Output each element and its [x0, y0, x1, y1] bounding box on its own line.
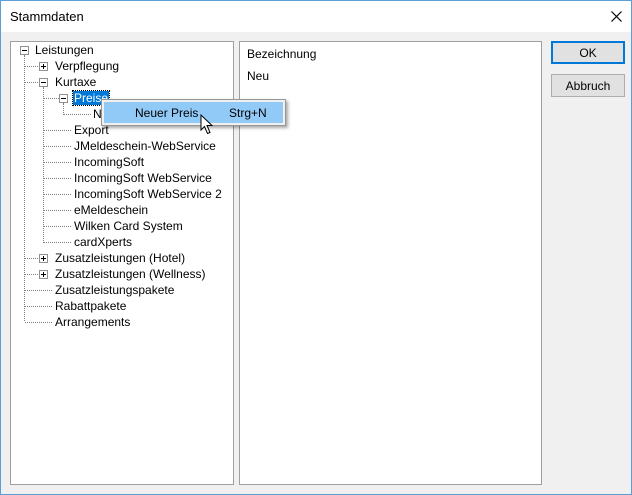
tree-line — [44, 242, 71, 243]
tree-line — [25, 322, 52, 323]
tree-item-emeldeschein[interactable]: eMeldeschein — [74, 202, 148, 218]
cancel-button[interactable]: Abbruch — [551, 74, 625, 97]
tree-item-leistungen[interactable]: Leistungen — [35, 42, 94, 58]
tree-item-kurtaxe[interactable]: Kurtaxe — [55, 74, 96, 90]
tree-line — [44, 194, 71, 195]
tree-item-verpflegung[interactable]: Verpflegung — [55, 58, 119, 74]
tree-item-arrangements[interactable]: Arrangements — [55, 314, 130, 330]
menu-item-neuer-preis[interactable]: Neuer Preis Strg+N — [104, 102, 283, 123]
tree-item-incomingsoft-webservice[interactable]: IncomingSoft WebService — [74, 170, 212, 186]
title-bar: Stammdaten — [1, 1, 631, 32]
tree-line — [44, 210, 71, 211]
ok-button[interactable]: OK — [551, 41, 625, 64]
tree-line — [25, 306, 52, 307]
close-button[interactable] — [601, 1, 631, 32]
column-header-bezeichnung: Bezeichnung — [247, 47, 317, 61]
tree-item-cardxperts[interactable]: cardXperts — [74, 234, 132, 250]
mouse-cursor-icon — [200, 114, 214, 135]
collapse-icon[interactable] — [39, 78, 48, 87]
collapse-icon[interactable] — [20, 46, 29, 55]
tree-line — [25, 290, 52, 291]
tree-line — [24, 55, 25, 321]
tree-line — [44, 162, 71, 163]
collapse-icon[interactable] — [59, 94, 68, 103]
tree-item-wilken-card-system[interactable]: Wilken Card System — [74, 218, 183, 234]
close-icon — [610, 11, 622, 22]
tree-line — [44, 178, 71, 179]
tree-item-rabattpakete[interactable]: Rabattpakete — [55, 298, 126, 314]
detail-value[interactable]: Neu — [247, 69, 269, 83]
context-menu: Neuer Preis Strg+N — [101, 99, 286, 126]
expand-icon[interactable] — [39, 62, 48, 71]
window-title: Stammdaten — [10, 9, 84, 24]
tree-line — [44, 226, 71, 227]
tree-line — [44, 146, 71, 147]
tree-line — [64, 114, 91, 115]
tree-item-incomingsoft-webservice-2[interactable]: IncomingSoft WebService 2 — [74, 186, 222, 202]
menu-item-shortcut: Strg+N — [229, 106, 267, 120]
tree-item-incomingsoft[interactable]: IncomingSoft — [74, 154, 144, 170]
tree-item-jmeldeschein[interactable]: JMeldeschein-WebService — [74, 138, 216, 154]
tree-item-zusatzleistungen-hotel[interactable]: Zusatzleistungen (Hotel) — [55, 250, 185, 266]
dialog-window: Stammdaten Leistungen Verpflegung Kurtax… — [0, 0, 632, 495]
tree-line — [44, 130, 71, 131]
menu-item-label: Neuer Preis — [135, 106, 199, 120]
tree-item-zusatzleistungspakete[interactable]: Zusatzleistungspakete — [55, 282, 174, 298]
expand-icon[interactable] — [39, 270, 48, 279]
tree-item-zusatzleistungen-wellness[interactable]: Zusatzleistungen (Wellness) — [55, 266, 206, 282]
tree-line — [43, 87, 44, 243]
expand-icon[interactable] — [39, 254, 48, 263]
